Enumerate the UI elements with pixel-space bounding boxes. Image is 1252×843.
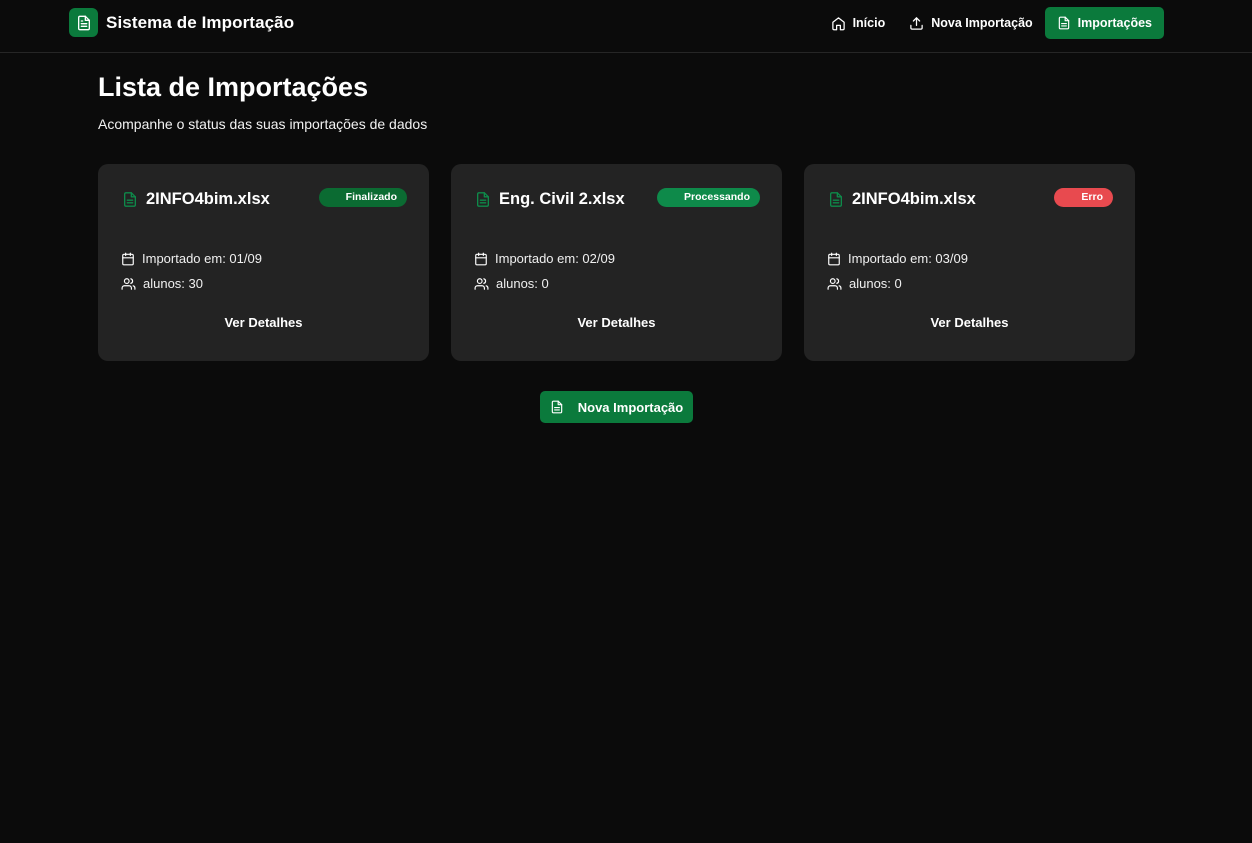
new-import-button[interactable]: Nova Importação bbox=[540, 391, 693, 423]
import-date-text: Importado em: 01/09 bbox=[142, 251, 262, 266]
page-title: Lista de Importações bbox=[98, 72, 369, 102]
view-details-button[interactable]: Ver Detalhes bbox=[98, 315, 429, 330]
students-count: alunos: 0 bbox=[474, 276, 549, 291]
top-navbar: Sistema de Importação Início Nova Import… bbox=[0, 0, 1252, 53]
nav-item-nova-importacao[interactable]: Nova Importação bbox=[897, 7, 1044, 39]
import-date: Importado em: 02/09 bbox=[474, 251, 615, 266]
home-icon bbox=[831, 16, 845, 30]
users-icon bbox=[474, 277, 489, 290]
file-text-icon bbox=[124, 192, 136, 207]
file-name: 2INFO4bim.xlsx bbox=[852, 190, 976, 208]
calendar-icon bbox=[475, 252, 487, 265]
nav-item-label: Início bbox=[852, 16, 886, 30]
import-date: Importado em: 01/09 bbox=[121, 251, 262, 266]
import-date: Importado em: 03/09 bbox=[827, 251, 968, 266]
upload-icon bbox=[910, 16, 923, 30]
students-count-text: alunos: 0 bbox=[849, 276, 902, 291]
nav-item-label: Importações bbox=[1077, 16, 1152, 30]
calendar-icon bbox=[828, 252, 840, 265]
file-text-icon bbox=[1058, 16, 1069, 30]
view-details-button[interactable]: Ver Detalhes bbox=[451, 315, 782, 330]
file-text-icon bbox=[551, 400, 562, 414]
import-card: Eng. Civil 2.xlsx Processando Importado … bbox=[451, 164, 782, 361]
nav-item-label: Nova Importação bbox=[931, 16, 1033, 30]
brand[interactable]: Sistema de Importação bbox=[69, 8, 294, 37]
file-text-icon bbox=[69, 8, 98, 37]
status-badge: Processando bbox=[657, 188, 760, 207]
nav-item-inicio[interactable]: Início bbox=[819, 7, 898, 39]
import-card: 2INFO4bim.xlsx Finalizado Importado em: … bbox=[98, 164, 429, 361]
imports-list: 2INFO4bim.xlsx Finalizado Importado em: … bbox=[98, 164, 1135, 361]
import-date-text: Importado em: 02/09 bbox=[495, 251, 615, 266]
new-import-label: Nova Importação bbox=[577, 399, 684, 415]
students-count-text: alunos: 30 bbox=[143, 276, 203, 291]
file-text-icon bbox=[477, 192, 489, 207]
status-badge: Erro bbox=[1054, 188, 1113, 207]
import-date-text: Importado em: 03/09 bbox=[848, 251, 968, 266]
users-icon bbox=[827, 277, 842, 290]
users-icon bbox=[121, 277, 136, 290]
calendar-icon bbox=[122, 252, 134, 265]
main-nav: Início Nova Importação Importações bbox=[819, 7, 1164, 39]
import-card: 2INFO4bim.xlsx Erro Importado em: 03/09 … bbox=[804, 164, 1135, 361]
students-count-text: alunos: 0 bbox=[496, 276, 549, 291]
page-subtitle: Acompanhe o status das suas importações … bbox=[98, 116, 428, 132]
app-title: Sistema de Importação bbox=[106, 12, 295, 32]
file-name: Eng. Civil 2.xlsx bbox=[499, 190, 625, 208]
file-name: 2INFO4bim.xlsx bbox=[146, 190, 270, 208]
view-details-button[interactable]: Ver Detalhes bbox=[804, 315, 1135, 330]
nav-item-importacoes[interactable]: Importações bbox=[1044, 7, 1164, 39]
file-text-icon bbox=[830, 192, 842, 207]
students-count: alunos: 30 bbox=[121, 276, 203, 291]
status-badge: Finalizado bbox=[318, 188, 407, 207]
students-count: alunos: 0 bbox=[827, 276, 902, 291]
